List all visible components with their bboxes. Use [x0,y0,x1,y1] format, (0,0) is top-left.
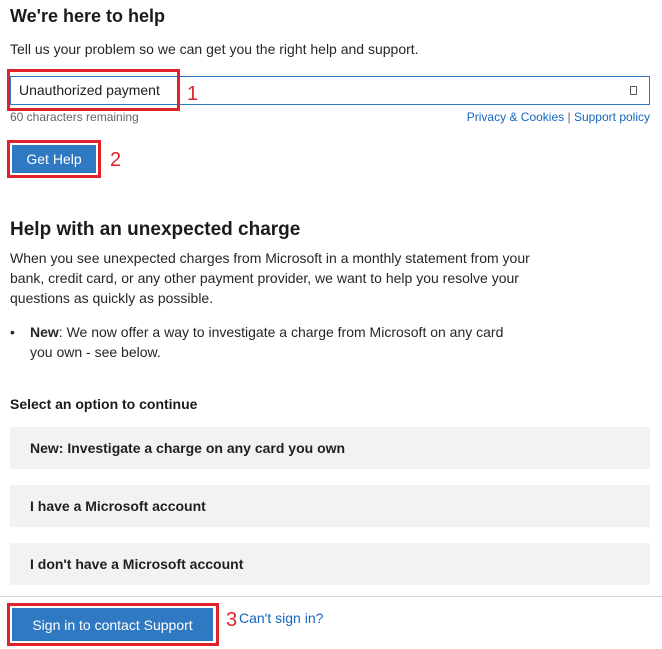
characters-remaining: 60 characters remaining [10,110,139,124]
footer-divider [0,596,662,597]
option-investigate-charge[interactable]: New: Investigate a charge on any card yo… [10,427,650,469]
privacy-cookies-link[interactable]: Privacy & Cookies [467,110,564,124]
link-separator: | [567,110,571,124]
bullet-body: : We now offer a way to investigate a ch… [30,324,504,360]
section-title: Help with an unexpected charge [10,219,301,240]
page-subtitle: Tell us your problem so we can get you t… [10,41,419,57]
section-paragraph: When you see unexpected charges from Mic… [10,250,530,306]
policy-links: Privacy & Cookies | Support policy [467,110,650,124]
bullet-text: New: We now offer a way to investigate a… [30,322,520,362]
annotation-number-1: 1 [187,83,199,105]
cant-sign-in-link[interactable]: Can't sign in? [239,610,323,626]
support-policy-link[interactable]: Support policy [574,110,650,124]
annotation-box-2 [7,140,101,178]
option-have-microsoft-account[interactable]: I have a Microsoft account [10,485,650,527]
annotation-number-2: 2 [110,149,122,171]
bullet-label: New [30,324,59,340]
bullet-dot-icon: • [10,324,15,340]
annotation-number-3: 3 [226,609,238,631]
annotation-box-3 [7,603,219,646]
clear-icon[interactable] [630,86,637,95]
option-no-microsoft-account[interactable]: I don't have a Microsoft account [10,543,650,585]
page-title: We're here to help [10,6,165,26]
select-option-label: Select an option to continue [10,396,198,412]
annotation-box-1 [7,69,180,111]
